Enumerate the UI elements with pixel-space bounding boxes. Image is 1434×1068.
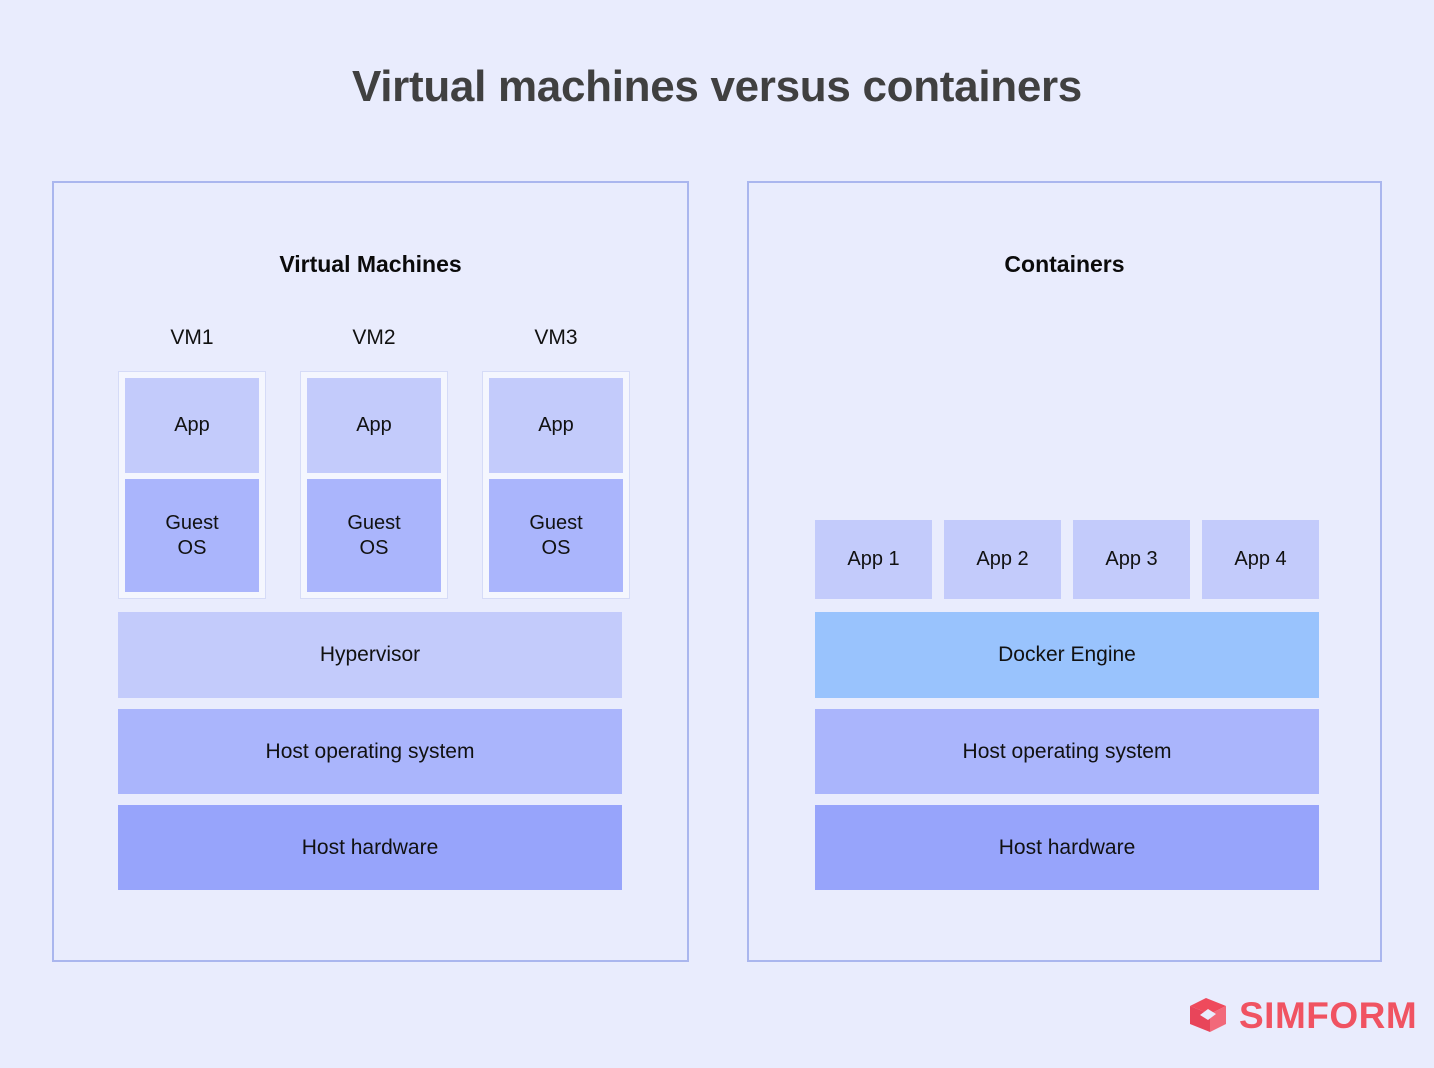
vm-guest-os-box: Guest OS [125,479,259,592]
panel-heading-virtual-machines: Virtual Machines [279,251,462,277]
panel-containers: Containers App 1 App 2 App 3 App 4 Docke… [747,181,1382,962]
container-app-box: App 1 [815,520,932,599]
host-hardware-bar: Host hardware [118,805,622,890]
host-hardware-bar: Host hardware [815,805,1319,890]
simform-cube-icon [1190,998,1226,1032]
vm-frame: App Guest OS [482,371,630,599]
vm-column-group: VM1 App Guest OS VM2 App Guest OS VM3 App … [118,326,630,599]
vm-frame: App Guest OS [118,371,266,599]
vm-guest-os-box: Guest OS [489,479,623,592]
container-app-box: App 3 [1073,520,1190,599]
vm-app-box: App [125,378,259,473]
vm-guest-os-box: Guest OS [307,479,441,592]
container-app-group: App 1 App 2 App 3 App 4 [815,520,1319,599]
vm-label: VM1 [170,326,214,349]
panel-heading-containers: Containers [1004,251,1125,277]
vm-column: VM1 App Guest OS [118,326,266,599]
host-operating-system-bar: Host operating system [118,709,622,794]
container-app-box: App 2 [944,520,1061,599]
simform-wordmark: SIMFORM [1239,995,1418,1036]
vm-stack: Hypervisor Host operating system Host ha… [118,612,622,890]
page-title: Virtual machines versus containers [352,62,1082,111]
container-app-box: App 4 [1202,520,1319,599]
hypervisor-bar: Hypervisor [118,612,622,698]
host-operating-system-bar: Host operating system [815,709,1319,794]
vm-app-box: App [307,378,441,473]
simform-logo: SIMFORM [1186,994,1417,1038]
docker-engine-bar: Docker Engine [815,612,1319,698]
vm-label: VM3 [534,326,578,349]
container-stack: Docker Engine Host operating system Host… [815,612,1319,890]
panel-virtual-machines: Virtual Machines VM1 App Guest OS VM2 App… [52,181,689,962]
vm-app-box: App [489,378,623,473]
vm-label: VM2 [352,326,396,349]
vm-frame: App Guest OS [300,371,448,599]
vm-column: VM2 App Guest OS [300,326,448,599]
vm-column: VM3 App Guest OS [482,326,630,599]
